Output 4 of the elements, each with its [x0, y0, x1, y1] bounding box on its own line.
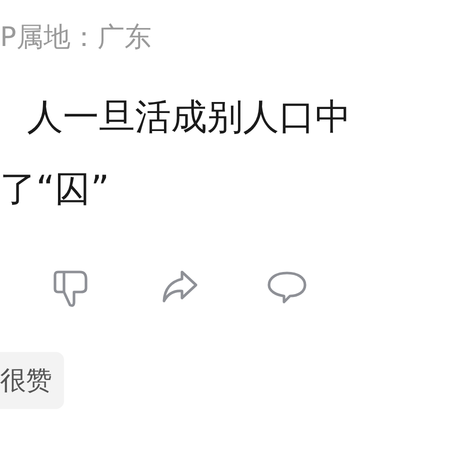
ip-location: P属地：广东 — [0, 21, 152, 55]
comment-text: 了“囚” — [0, 168, 110, 212]
tag-chip[interactable]: 很赞 — [0, 352, 64, 409]
comment-text: 人一旦活成别人口中 — [27, 96, 351, 140]
